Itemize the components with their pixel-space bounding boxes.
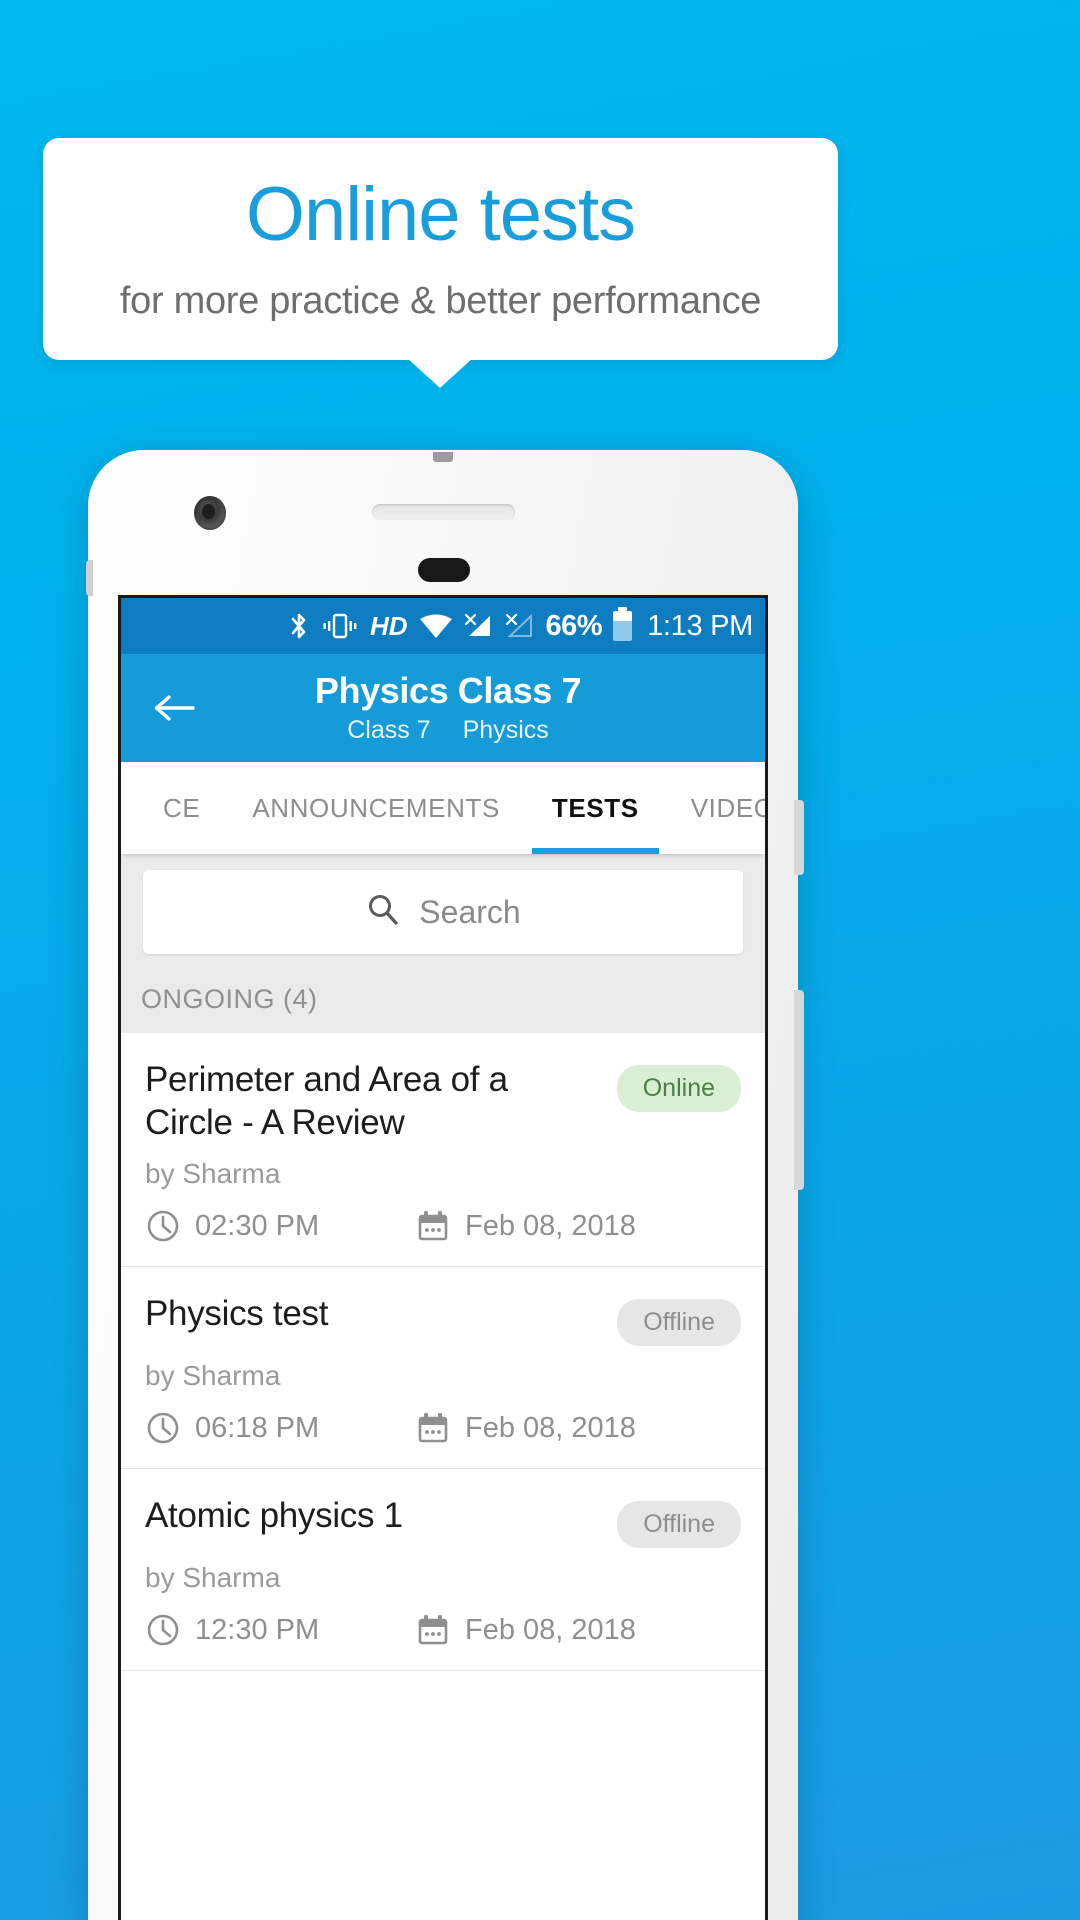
search-input[interactable]: Search	[143, 870, 743, 954]
search-icon	[365, 892, 401, 933]
list-item-header: Physics test Offline	[145, 1293, 741, 1347]
breadcrumb: Class 7 Physics	[131, 716, 765, 745]
tests-list: Perimeter and Area of a Circle - A Revie…	[121, 1033, 765, 1672]
test-time: 02:30 PM	[195, 1209, 320, 1242]
test-title: Atomic physics 1	[145, 1496, 403, 1536]
app-bar-titles: Physics Class 7 Class 7 Physics	[121, 671, 765, 744]
test-time: 12:30 PM	[195, 1613, 320, 1646]
table-row[interactable]: Physics test Offline by Sharma 06:18 PM	[121, 1267, 765, 1470]
test-date: Feb 08, 2018	[465, 1613, 636, 1646]
phone-antenna-nub	[433, 452, 453, 462]
status-badge: Online	[616, 1065, 741, 1112]
test-date-cell: Feb 08, 2018	[415, 1612, 636, 1648]
promo-subtitle: for more practice & better performance	[119, 280, 762, 323]
test-date-cell: Feb 08, 2018	[415, 1208, 636, 1244]
status-bar: HD 66% 1:13 PM	[121, 598, 765, 654]
test-time-cell: 02:30 PM	[145, 1208, 415, 1244]
test-time-cell: 06:18 PM	[145, 1410, 415, 1446]
phone-screen: HD 66% 1:13 PM Physics Class 7 Class 7 P…	[118, 595, 768, 1920]
test-date: Feb 08, 2018	[465, 1209, 636, 1242]
clock-icon	[145, 1208, 181, 1244]
status-badge: Offline	[617, 1299, 741, 1347]
list-item-header: Atomic physics 1 Offline	[145, 1495, 741, 1549]
sensor-module	[418, 558, 470, 582]
search-container: Search	[121, 854, 765, 976]
earpiece-speaker	[372, 504, 515, 520]
test-author: by Sharma	[145, 1562, 281, 1594]
test-time: 06:18 PM	[195, 1411, 320, 1444]
battery-icon	[613, 607, 633, 641]
vibrate-icon	[321, 612, 359, 640]
hd-icon: HD	[369, 610, 408, 641]
test-date-cell: Feb 08, 2018	[415, 1410, 636, 1446]
calendar-icon	[415, 1410, 451, 1446]
test-time-cell: 12:30 PM	[145, 1612, 415, 1648]
breadcrumb-subject: Physics	[462, 715, 549, 744]
test-title: Physics test	[145, 1294, 329, 1334]
page-title: Physics Class 7	[314, 670, 582, 712]
tab-tests[interactable]: TESTS	[526, 762, 665, 854]
clock-icon	[145, 1612, 181, 1648]
tab-announcements[interactable]: ANNOUNCEMENTS	[226, 762, 526, 854]
section-header-ongoing: ONGOING (4)	[121, 976, 765, 1033]
signal-off-2-icon	[505, 612, 535, 640]
status-bar-clock: 1:13 PM	[647, 609, 753, 642]
power-button[interactable]	[794, 800, 804, 875]
battery-percent-label: 66%	[545, 609, 603, 642]
test-meta: 06:18 PM Feb 08, 2018	[145, 1410, 741, 1446]
wifi-icon	[419, 613, 453, 639]
front-camera-icon	[194, 496, 226, 530]
volume-button[interactable]	[794, 990, 804, 1190]
bluetooth-icon	[288, 611, 310, 641]
tab-bar: CE ANNOUNCEMENTS TESTS VIDEOS	[121, 762, 765, 854]
status-badge: Offline	[617, 1501, 741, 1549]
app-bar: Physics Class 7 Class 7 Physics	[121, 654, 765, 762]
calendar-icon	[415, 1208, 451, 1244]
test-title: Perimeter and Area of a Circle - A Revie…	[145, 1060, 508, 1142]
test-author: by Sharma	[145, 1360, 281, 1392]
breadcrumb-class: Class 7	[347, 715, 431, 744]
test-author: by Sharma	[145, 1158, 281, 1190]
search-placeholder: Search	[419, 893, 521, 930]
callout-tail	[407, 358, 473, 388]
calendar-icon	[415, 1612, 451, 1648]
test-meta: 12:30 PM Feb 08, 2018	[145, 1612, 741, 1648]
table-row[interactable]: Perimeter and Area of a Circle - A Revie…	[121, 1033, 765, 1268]
clock-icon	[145, 1410, 181, 1446]
list-item-header: Perimeter and Area of a Circle - A Revie…	[145, 1059, 741, 1144]
table-row[interactable]: Atomic physics 1 Offline by Sharma 12:30…	[121, 1469, 765, 1672]
promo-callout: Online tests for more practice & better …	[43, 138, 838, 360]
signal-off-icon	[464, 612, 494, 640]
sim-tray	[86, 560, 93, 596]
promo-title: Online tests	[245, 171, 636, 257]
test-meta: 02:30 PM Feb 08, 2018	[145, 1208, 741, 1244]
back-arrow-icon[interactable]	[149, 683, 199, 733]
tab-ce[interactable]: CE	[137, 762, 226, 854]
test-date: Feb 08, 2018	[465, 1411, 636, 1444]
tab-videos[interactable]: VIDEOS	[665, 762, 765, 854]
